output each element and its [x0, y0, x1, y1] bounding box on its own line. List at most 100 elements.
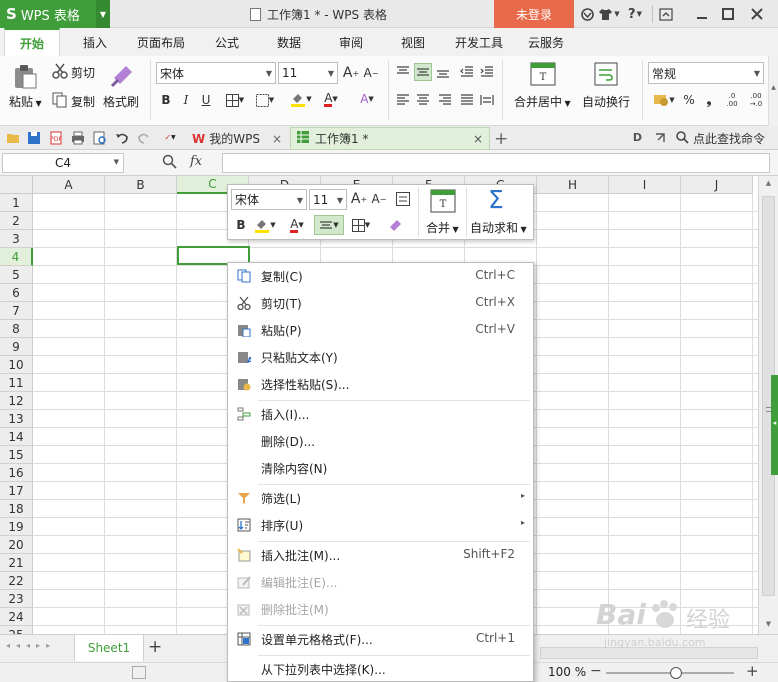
row-header[interactable]: 2: [0, 212, 33, 230]
fill-color-icon[interactable]: ▼: [288, 90, 314, 108]
row-header[interactable]: 3: [0, 230, 33, 248]
minimize-ribbon-icon[interactable]: [656, 0, 676, 28]
sheet-tab-sheet1[interactable]: Sheet1: [74, 635, 144, 661]
scroll-down-icon[interactable]: ▼: [761, 617, 776, 632]
distributed-icon[interactable]: [478, 91, 496, 109]
scissors-icon[interactable]: [52, 63, 68, 79]
mini-bold-button[interactable]: B: [232, 216, 250, 234]
comma-style-button[interactable]: ❟: [700, 91, 718, 109]
row-header[interactable]: 24: [0, 608, 33, 626]
row-header[interactable]: 4: [0, 248, 33, 266]
mini-border-style-icon[interactable]: [394, 190, 412, 208]
zoom-slider-knob[interactable]: [670, 667, 683, 679]
tab-page-layout[interactable]: 页面布局: [130, 28, 192, 56]
menu-item-paste-text-only[interactable]: A 只粘贴文本(Y): [228, 344, 533, 370]
align-top-icon[interactable]: [394, 63, 412, 81]
scroll-up-icon[interactable]: ▲: [761, 176, 776, 191]
mini-shrink-font-icon[interactable]: A −: [370, 190, 388, 208]
row-header[interactable]: 15: [0, 446, 33, 464]
app-menu-dropdown-icon[interactable]: ▼: [96, 0, 110, 28]
merge-center-icon[interactable]: T: [530, 62, 556, 86]
mini-grow-font-icon[interactable]: A +: [350, 190, 368, 208]
mini-format-painter-icon[interactable]: [386, 216, 404, 234]
row-header[interactable]: 10: [0, 356, 33, 374]
row-header[interactable]: 1: [0, 194, 33, 212]
mini-font-size-select[interactable]: 11 ▼: [309, 189, 347, 210]
tab-document[interactable]: 工作簿1 * ×: [290, 127, 490, 150]
clear-format-icon[interactable]: A ▼: [354, 90, 380, 108]
menu-item-cut[interactable]: 剪切(T) Ctrl+X: [228, 290, 533, 316]
increase-decimal-button[interactable]: .0 .00: [722, 89, 742, 111]
cut-button[interactable]: 剪切: [71, 64, 95, 81]
zoom-formula-icon[interactable]: [162, 154, 177, 172]
row-header[interactable]: 20: [0, 536, 33, 554]
row-header[interactable]: 8: [0, 320, 33, 338]
row-header[interactable]: 12: [0, 392, 33, 410]
row-header[interactable]: 13: [0, 410, 33, 428]
bold-button[interactable]: B: [157, 91, 175, 109]
currency-icon[interactable]: ▼: [650, 91, 678, 109]
skin-icon[interactable]: [578, 0, 596, 28]
underline-button[interactable]: U: [197, 91, 215, 109]
menu-item-delete[interactable]: 删除(D)...: [228, 428, 533, 454]
copy-icon[interactable]: [52, 92, 68, 108]
redo-icon[interactable]: [136, 130, 151, 145]
tab-formulas[interactable]: 公式: [206, 28, 248, 56]
name-box-dropdown-icon[interactable]: ▼: [114, 158, 119, 166]
sheet-nav-icon[interactable]: ◂◂◂▸▸: [6, 641, 56, 650]
menu-item-insert-comment[interactable]: 插入批注(M)... Shift+F2: [228, 542, 533, 568]
align-left-icon[interactable]: [394, 91, 412, 109]
close-tab-icon[interactable]: ×: [473, 132, 483, 146]
tab-my-wps[interactable]: W 我的WPS ×: [188, 127, 286, 150]
maximize-icon[interactable]: [716, 0, 740, 28]
menu-item-sort[interactable]: 排序(U) ▸: [228, 512, 533, 538]
decrease-decimal-button[interactable]: .00 →.0: [746, 89, 766, 111]
expand-icon[interactable]: [650, 130, 670, 145]
add-sheet-button[interactable]: +: [148, 637, 162, 657]
cell-style-icon[interactable]: ▼: [252, 91, 278, 109]
format-painter-icon[interactable]: [110, 62, 134, 88]
new-tab-button[interactable]: +: [494, 127, 514, 150]
undo-icon[interactable]: [114, 130, 129, 145]
mini-merge-button[interactable]: 合并 ▼: [426, 219, 459, 236]
menu-item-copy[interactable]: 复制(C) Ctrl+C: [228, 263, 533, 289]
row-header[interactable]: 23: [0, 590, 33, 608]
tab-data[interactable]: 数据: [268, 28, 310, 56]
menu-item-clear-contents[interactable]: 清除内容(N): [228, 455, 533, 481]
print-preview-icon[interactable]: [92, 130, 107, 145]
tab-cloud[interactable]: 云服务: [522, 28, 570, 56]
number-format-select[interactable]: 常规 ▼: [648, 62, 764, 84]
mini-autosum-button[interactable]: 自动求和 ▼: [470, 219, 527, 236]
menu-item-format-cells[interactable]: 设置单元格格式(F)... Ctrl+1: [228, 626, 533, 652]
paste-icon[interactable]: [12, 62, 38, 90]
wrap-text-button[interactable]: 自动换行: [582, 93, 630, 110]
row-header[interactable]: 17: [0, 482, 33, 500]
row-header[interactable]: 9: [0, 338, 33, 356]
close-tab-icon[interactable]: ×: [272, 132, 282, 146]
export-pdf-icon[interactable]: PDF: [48, 130, 63, 145]
wrap-text-icon[interactable]: [594, 62, 618, 86]
column-header-h[interactable]: H: [537, 176, 609, 194]
row-header[interactable]: 5: [0, 266, 33, 284]
merge-center-button[interactable]: 合并居中 ▼: [514, 93, 571, 110]
tab-view[interactable]: 视图: [392, 28, 434, 56]
column-header-a[interactable]: A: [33, 176, 105, 194]
menu-item-insert[interactable]: 插入(I)...: [228, 401, 533, 427]
mini-align-center-icon[interactable]: ▼: [314, 215, 344, 235]
shrink-font-icon[interactable]: A −: [362, 64, 380, 82]
row-header[interactable]: 21: [0, 554, 33, 572]
mini-font-name-select[interactable]: 宋体 ▼: [231, 189, 307, 210]
formula-input[interactable]: [222, 153, 770, 173]
customize-qat-icon[interactable]: ✓ ▼: [160, 130, 180, 145]
save-icon[interactable]: [26, 130, 41, 145]
grow-font-icon[interactable]: A +: [342, 64, 360, 82]
font-size-select[interactable]: 11 ▼: [278, 62, 338, 84]
tab-home[interactable]: 开始: [4, 28, 60, 56]
zoom-out-button[interactable]: −: [590, 663, 602, 679]
row-header[interactable]: 25: [0, 626, 33, 634]
zoom-slider[interactable]: [606, 667, 734, 679]
column-header-i[interactable]: I: [609, 176, 681, 194]
open-icon[interactable]: [6, 130, 21, 145]
row-header[interactable]: 18: [0, 500, 33, 518]
font-name-select[interactable]: 宋体 ▼: [156, 62, 276, 84]
